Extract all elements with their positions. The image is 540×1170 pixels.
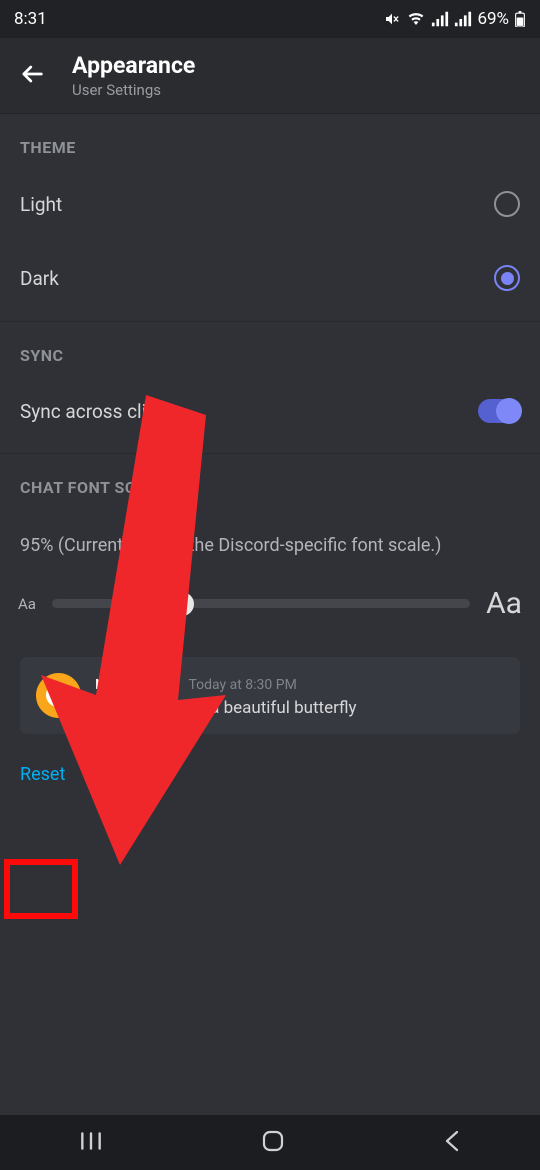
mute-icon: [383, 11, 401, 27]
radio-unselected-icon[interactable]: [494, 191, 520, 217]
home-button[interactable]: [261, 1129, 285, 1157]
battery-percent: 69%: [477, 9, 509, 29]
sync-label: Sync across clients: [20, 400, 183, 423]
theme-section-header: THEME: [0, 114, 540, 167]
theme-option-light[interactable]: Light: [0, 167, 540, 241]
radio-selected-icon[interactable]: [494, 265, 520, 291]
header-text: Appearance User Settings: [72, 52, 195, 99]
signal-icon-2: [454, 11, 472, 27]
system-nav-bar: [0, 1115, 540, 1170]
large-aa-label: Aa: [486, 586, 522, 621]
status-right: 69%: [383, 9, 526, 29]
status-bar: 8:31 69%: [0, 0, 540, 38]
recents-button[interactable]: [78, 1130, 104, 1156]
theme-light-label: Light: [20, 193, 62, 216]
status-time: 8:31: [14, 9, 47, 29]
slider-track[interactable]: [52, 599, 470, 608]
avatar: [36, 673, 81, 718]
wifi-icon: [406, 11, 426, 27]
battery-icon: [514, 11, 526, 27]
reset-button[interactable]: Reset: [20, 758, 65, 791]
back-icon[interactable]: [18, 60, 46, 92]
sync-section-header: SYNC: [0, 322, 540, 375]
small-aa-label: Aa: [18, 595, 36, 613]
signal-icon-1: [431, 11, 449, 27]
sync-toggle-row[interactable]: Sync across clients: [0, 375, 540, 447]
preview-username: moinzisun: [95, 673, 178, 694]
preview-timestamp: Today at 8:30 PM: [188, 677, 296, 693]
page-title: Appearance: [72, 52, 195, 79]
toggle-switch[interactable]: [478, 399, 520, 423]
header: Appearance User Settings: [0, 38, 540, 114]
annotation-highlight-box: [4, 859, 78, 919]
back-button[interactable]: [442, 1129, 462, 1157]
message-preview: moinzisun Today at 8:30 PM Look at me I'…: [20, 657, 520, 734]
font-scaling-header: CHAT FONT SCALING: [0, 454, 540, 507]
theme-dark-label: Dark: [20, 267, 59, 290]
slider-thumb[interactable]: [170, 592, 194, 616]
font-scale-description: 95% (Currently using the Discord-specifi…: [0, 507, 540, 566]
font-scale-slider[interactable]: Aa Aa: [0, 566, 540, 637]
preview-message: Look at me I'm a beautiful butterfly: [95, 698, 357, 718]
theme-option-dark[interactable]: Dark: [0, 241, 540, 315]
page-subtitle: User Settings: [72, 81, 195, 99]
